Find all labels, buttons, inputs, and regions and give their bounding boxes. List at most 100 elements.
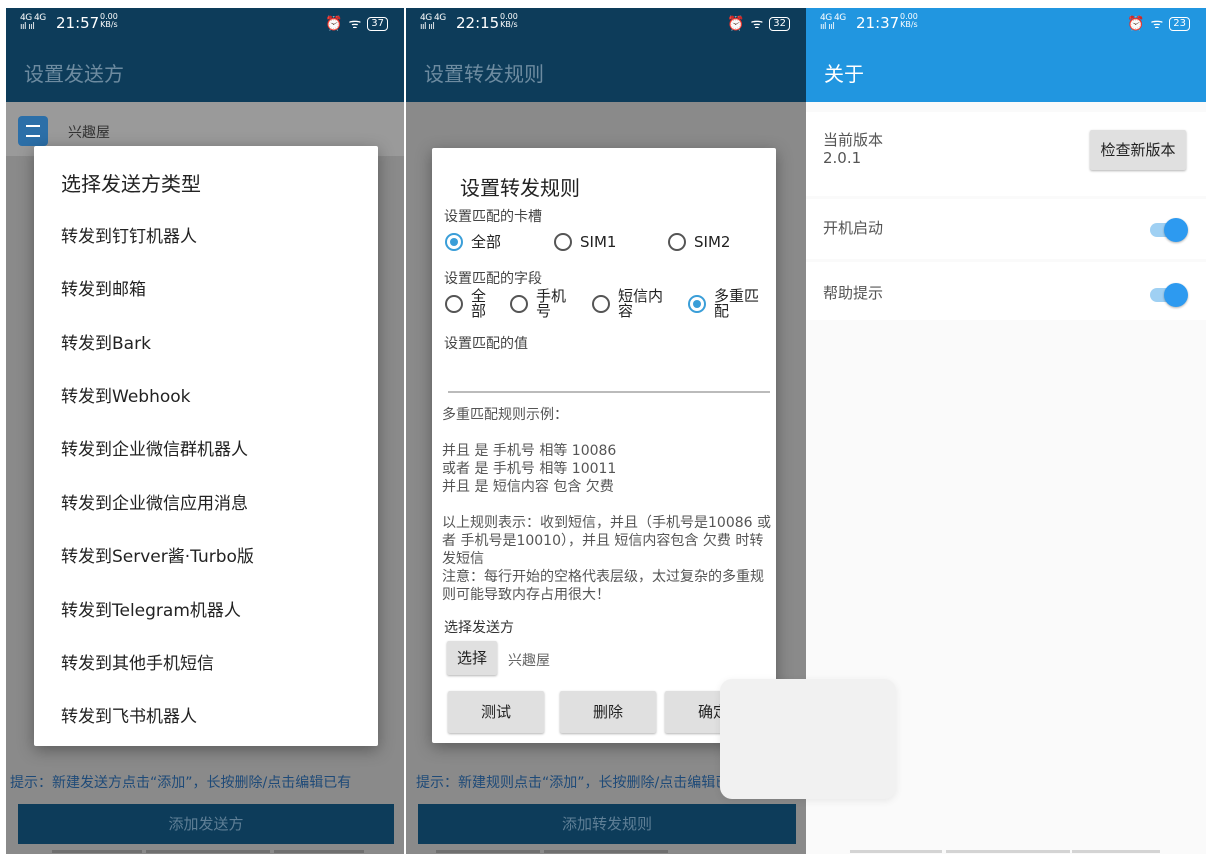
battery-icon: 37 (367, 16, 388, 31)
status-time: 21:57 (56, 14, 100, 32)
version-value: 2.0.1 (823, 149, 862, 167)
alarm-clock-icon: ⏰ (1127, 15, 1145, 32)
radio-checked-icon (445, 233, 463, 251)
app-bar: 关于 (806, 38, 1206, 102)
hint-text: 提示：新建发送方点击“添加”，长按删除/点击编辑已有 (10, 775, 352, 791)
nav-tab[interactable] (850, 850, 942, 853)
match-value-input[interactable] (448, 391, 770, 393)
nav-tab[interactable] (1072, 850, 1160, 853)
network-speed: 0.00 KB/s (100, 12, 118, 29)
sim-label: 设置匹配的卡槽 (444, 209, 542, 225)
radio-label: SIM1 (580, 232, 617, 251)
add-sender-button[interactable]: 添加发送方 (18, 804, 394, 844)
page-title: 设置转发规则 (424, 62, 544, 86)
radio-label: 全部 (471, 232, 502, 251)
example-title: 多重匹配规则示例： (442, 407, 568, 423)
version-row: 当前版本 2.0.1 检查新版本 (806, 112, 1206, 196)
alarm-clock-icon: ⏰ (727, 15, 745, 32)
delete-button[interactable]: 删除 (560, 691, 656, 733)
radio-icon (445, 295, 463, 313)
screen-select-sender: 4G 4G ııl ııl 21:57 0.00 KB/s ⏰ ᯤ 37 设置发送方… (6, 8, 404, 854)
option-dingtalk[interactable]: 转发到钉钉机器人 (61, 222, 197, 247)
selected-sender: 兴趣屋 (508, 653, 550, 669)
wifi-icon: ᯤ (1150, 16, 1164, 32)
status-time: 22:15 (456, 14, 500, 32)
version-label: 当前版本 (823, 131, 884, 149)
status-bar: 4G 4G ııl ııl 21:37 0.00 KB/s ⏰ ᯤ 23 (806, 8, 1206, 38)
dialog-title: 选择发送方类型 (61, 172, 201, 196)
message-icon (18, 116, 48, 146)
radio-sim1[interactable]: SIM1 (554, 233, 616, 251)
nav-tab[interactable] (146, 850, 270, 853)
option-bark[interactable]: 转发到Bark (61, 329, 151, 354)
example-rules: 并且 是 手机号 相等 10086 或者 是 手机号 相等 10011 并且 是… (442, 443, 617, 495)
radio-label: 短信内容 (618, 287, 664, 320)
signal-icon: 4G 4G ııl ııl (20, 13, 46, 32)
radio-label: 全部 (471, 287, 487, 320)
radio-checked-icon (688, 295, 706, 313)
help-toggle[interactable] (1150, 283, 1188, 307)
select-sender-button[interactable]: 选择 (447, 641, 497, 675)
radio-label: SIM2 (694, 232, 731, 251)
wifi-icon: ᯤ (348, 16, 362, 32)
radio-sim2[interactable]: SIM2 (668, 233, 730, 251)
option-wecom-bot[interactable]: 转发到企业微信群机器人 (61, 435, 248, 460)
forward-rule-dialog: 设置转发规则 设置匹配的卡槽 全部 SIM1 SIM2 设置匹配的字段 全部 手… (432, 148, 776, 743)
radio-icon (592, 295, 610, 313)
help-label: 帮助提示 (823, 284, 884, 302)
nav-tab[interactable] (946, 850, 1070, 853)
wifi-icon: ᯤ (750, 16, 764, 32)
autostart-label: 开机启动 (823, 219, 884, 237)
hint-text: 提示：新建规则点击“添加”，长按删除/点击编辑已有 (416, 775, 744, 791)
status-time: 21:37 (856, 14, 900, 32)
test-button[interactable]: 测试 (448, 691, 544, 733)
app-bar: 设置发送方 (6, 38, 404, 102)
status-bar: 4G 4G ııl ııl 21:57 0.00 KB/s ⏰ ᯤ 37 (6, 8, 404, 38)
option-sms[interactable]: 转发到其他手机短信 (61, 649, 214, 674)
battery-icon: 23 (1169, 16, 1190, 31)
page-title: 设置发送方 (24, 62, 124, 86)
app-bar: 设置转发规则 (406, 38, 806, 102)
option-serverchan[interactable]: 转发到Server酱·Turbo版 (61, 542, 254, 567)
check-update-button[interactable]: 检查新版本 (1090, 130, 1186, 170)
radio-field-content[interactable]: 短信内容 (592, 289, 666, 319)
radio-field-phone[interactable]: 手机号 (510, 289, 568, 319)
help-row: 帮助提示 (806, 262, 1206, 320)
radio-label: 多重匹配 (714, 287, 760, 320)
radio-icon (554, 233, 572, 251)
option-webhook[interactable]: 转发到Webhook (61, 382, 190, 407)
sender-type-dialog: 选择发送方类型 转发到钉钉机器人 转发到邮箱 转发到Bark 转发到Webhoo… (34, 146, 378, 746)
network-speed: 0.00 KB/s (900, 12, 918, 29)
sender-label: 选择发送方 (444, 620, 514, 636)
radio-field-multi[interactable]: 多重匹配 (688, 289, 762, 319)
autostart-row: 开机启动 (806, 199, 1206, 259)
radio-icon (510, 295, 528, 313)
field-label: 设置匹配的字段 (444, 271, 542, 287)
radio-label: 手机号 (536, 287, 567, 320)
list-item-label: 兴趣屋 (68, 125, 110, 141)
value-label: 设置匹配的值 (444, 336, 528, 352)
dialog-title: 设置转发规则 (460, 176, 580, 200)
battery-icon: 32 (769, 16, 790, 31)
example-description: 以上规则表示：收到短信，并且（手机号是10086 或者 手机号是10010），并… (442, 515, 771, 603)
signal-icon: 4G 4G ııl ııl (420, 13, 446, 32)
page-title: 关于 (824, 62, 864, 86)
radio-field-all[interactable]: 全部 (445, 289, 487, 319)
network-speed: 0.00 KB/s (500, 12, 518, 29)
status-bar: 4G 4G ııl ııl 22:15 0.00 KB/s ⏰ ᯤ 32 (406, 8, 806, 38)
nav-tab[interactable] (274, 850, 364, 853)
option-telegram[interactable]: 转发到Telegram机器人 (61, 596, 241, 621)
nav-tab[interactable] (436, 850, 540, 853)
option-wecom-app[interactable]: 转发到企业微信应用消息 (61, 489, 248, 514)
option-email[interactable]: 转发到邮箱 (61, 275, 146, 300)
autostart-toggle[interactable] (1150, 218, 1188, 242)
option-feishu[interactable]: 转发到飞书机器人 (61, 702, 197, 727)
add-rule-button[interactable]: 添加转发规则 (418, 804, 796, 844)
floating-overlay (720, 679, 896, 799)
nav-tab[interactable] (544, 850, 668, 853)
alarm-clock-icon: ⏰ (325, 15, 343, 32)
nav-tab[interactable] (52, 850, 142, 853)
signal-icon: 4G 4G ııl ııl (820, 13, 846, 32)
radio-sim-all[interactable]: 全部 (445, 233, 501, 251)
radio-icon (668, 233, 686, 251)
